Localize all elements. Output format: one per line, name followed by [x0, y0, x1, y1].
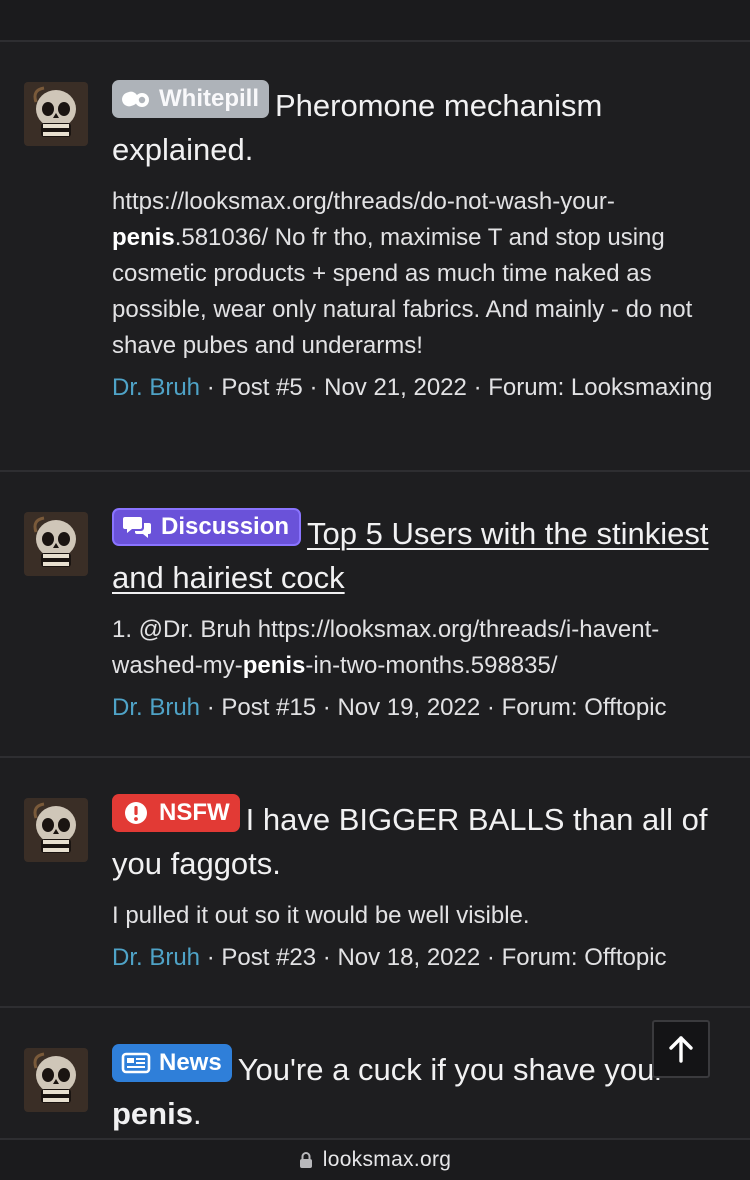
prefix-badge-discussion[interactable]: Discussion: [112, 508, 302, 546]
author-link[interactable]: Dr. Bruh: [112, 694, 200, 721]
post-date: Nov 19, 2022: [337, 694, 481, 721]
avatar[interactable]: [24, 512, 88, 576]
post-snippet: I pulled it out so it would be well visi…: [112, 902, 530, 929]
search-results-page: Whitepill Pheromone mechanism explained.…: [0, 0, 750, 1180]
post-meta: Dr. Bruh · Post #15 · Nov 19, 2022 · For…: [112, 694, 667, 721]
header-strip: [0, 0, 750, 42]
prefix-badge-whitepill[interactable]: Whitepill: [112, 80, 269, 118]
forum-link[interactable]: Looksmaxing: [571, 374, 712, 401]
forum-link[interactable]: Offtopic: [584, 944, 666, 971]
post-number[interactable]: Post #23: [221, 944, 316, 971]
search-result[interactable]: Discussion Top 5 Users with the stinkies…: [0, 472, 750, 758]
chat-bubbles-icon: [123, 517, 151, 538]
post-meta: Dr. Bruh · Post #23 · Nov 18, 2022 · For…: [112, 944, 667, 971]
browser-url-bar[interactable]: looksmax.org: [0, 1138, 750, 1180]
author-link[interactable]: Dr. Bruh: [112, 374, 200, 401]
exclamation-circle-icon: [125, 802, 147, 824]
post-snippet: 1. @Dr. Bruh https://looksmax.org/thread…: [112, 616, 660, 679]
scroll-to-top-button[interactable]: [652, 1020, 710, 1078]
post-meta: Dr. Bruh · Post #5 · Nov 21, 2022 · Foru…: [112, 374, 713, 401]
prefix-badge-nsfw[interactable]: NSFW: [112, 794, 240, 832]
newspaper-icon: [121, 1052, 151, 1074]
lock-icon: [299, 1152, 312, 1168]
post-number[interactable]: Post #15: [221, 694, 316, 721]
post-number[interactable]: Post #5: [221, 374, 302, 401]
thread-title[interactable]: Discussion Top 5 Users with the stinkies…: [112, 508, 722, 600]
prefix-badge-news[interactable]: News: [112, 1044, 232, 1082]
post-date: Nov 21, 2022: [324, 374, 467, 401]
avatar[interactable]: [24, 798, 88, 862]
forum-link[interactable]: Offtopic: [584, 694, 666, 721]
search-result[interactable]: News You're a cuck if you shave your pen…: [0, 1008, 750, 1138]
author-link[interactable]: Dr. Bruh: [112, 944, 200, 971]
avatar[interactable]: [24, 1048, 88, 1112]
pills-icon: [122, 91, 149, 107]
search-result[interactable]: NSFW I have BIGGER BALLS than all of you…: [0, 758, 750, 1008]
post-snippet: https://looksmax.org/threads/do-not-wash…: [112, 188, 693, 359]
search-result[interactable]: Whitepill Pheromone mechanism explained.…: [0, 44, 750, 472]
post-date: Nov 18, 2022: [337, 944, 481, 971]
thread-title[interactable]: NSFW I have BIGGER BALLS than all of you…: [112, 794, 722, 886]
thread-title[interactable]: News You're a cuck if you shave your pen…: [112, 1044, 722, 1136]
url-text: looksmax.org: [322, 1148, 452, 1171]
thread-title[interactable]: Whitepill Pheromone mechanism explained.: [112, 80, 722, 172]
avatar[interactable]: [24, 82, 88, 146]
arrow-up-icon: [669, 1036, 693, 1063]
